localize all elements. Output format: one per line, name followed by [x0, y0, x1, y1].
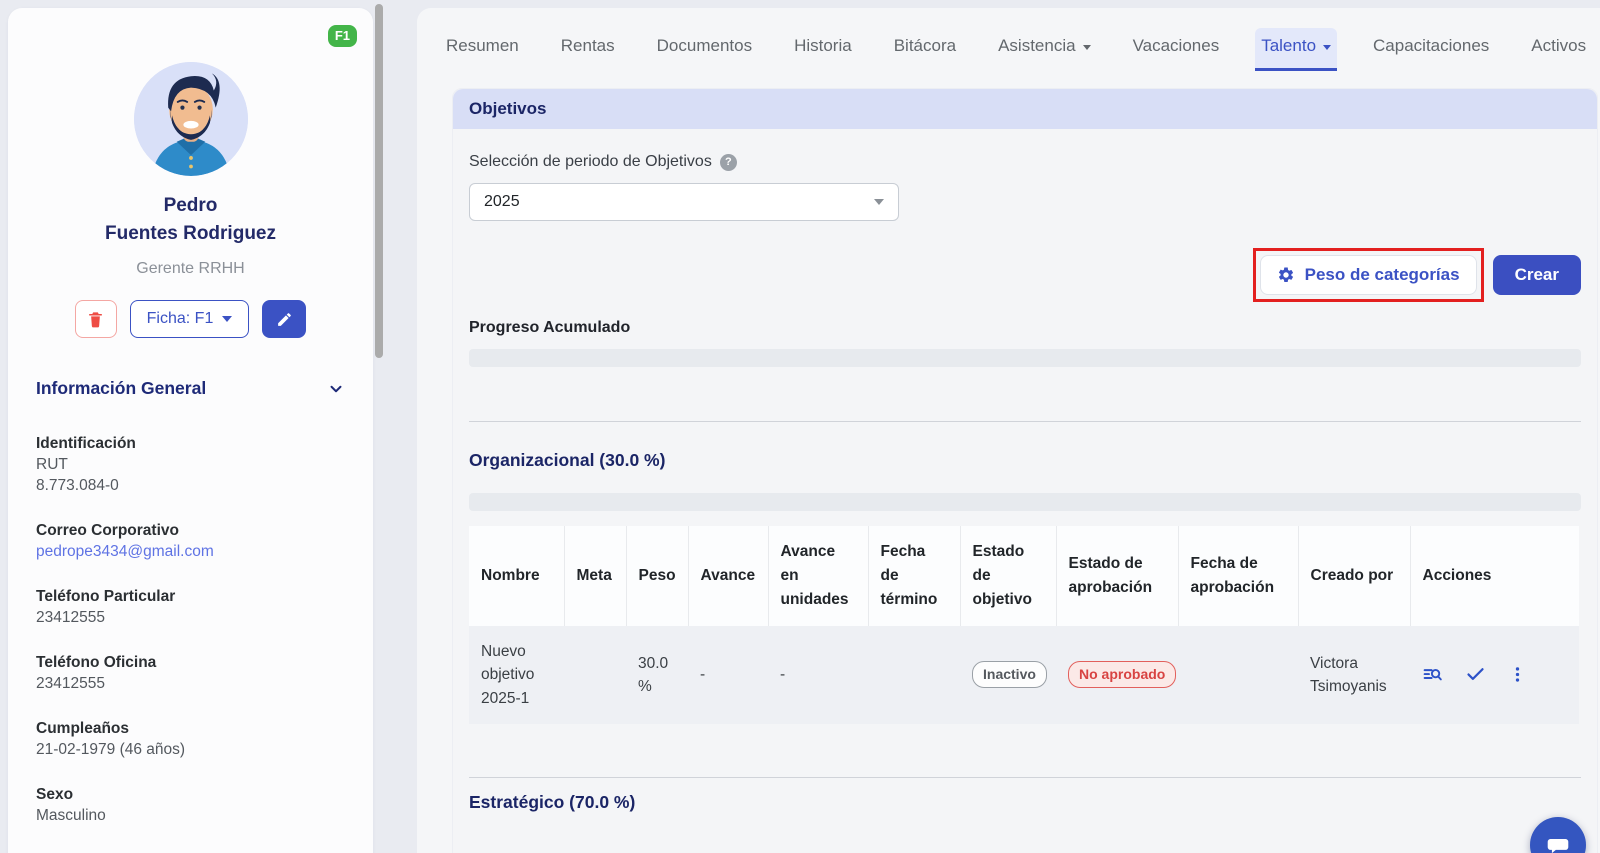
field-telefono-oficina: Teléfono Oficina 23412555 — [36, 652, 345, 694]
email-link[interactable]: pedrope3434@gmail.com — [36, 541, 345, 562]
tab-capacitaciones[interactable]: Capacitaciones — [1367, 28, 1495, 68]
col-meta: Meta — [564, 526, 626, 626]
ficha-selector-label: Ficha: F1 — [147, 310, 214, 328]
main-panel: Resumen Rentas Documentos Historia Bitác… — [417, 8, 1600, 853]
info-general-section-header[interactable]: Información General — [36, 378, 345, 399]
chevron-down-icon[interactable] — [327, 380, 345, 398]
view-details-icon[interactable] — [1422, 664, 1443, 685]
cell-estado-aprobacion: No aprobado — [1056, 626, 1178, 724]
objetivos-card-title: Objetivos — [453, 89, 1597, 129]
col-fecha-termino: Fecha de término — [868, 526, 960, 626]
col-avance: Avance — [688, 526, 768, 626]
employee-name: Pedro Fuentes Rodriguez — [8, 192, 373, 248]
cell-meta — [564, 626, 626, 724]
tab-bitacora[interactable]: Bitácora — [888, 28, 962, 68]
ficha-badge: F1 — [328, 25, 357, 47]
col-fecha-aprobacion: Fecha de aprobación — [1178, 526, 1298, 626]
tab-rentas[interactable]: Rentas — [555, 28, 621, 68]
col-peso: Peso — [626, 526, 688, 626]
col-nombre: Nombre — [469, 526, 564, 626]
tab-asistencia[interactable]: Asistencia — [992, 28, 1096, 68]
info-fields: Identificación RUT 8.773.084-0 Correo Co… — [36, 433, 345, 853]
table-row: Nuevo objetivo 2025-1 30.0 % - - Inactiv… — [469, 626, 1579, 724]
field-sexo: Sexo Masculino — [36, 784, 345, 826]
table-header-row: Nombre Meta Peso Avance Avance en unidad… — [469, 526, 1579, 626]
col-estado-aprobacion: Estado de aprobación — [1056, 526, 1178, 626]
cell-estado-objetivo: Inactivo — [960, 626, 1056, 724]
objetivos-card: Objetivos Selección de periodo de Objeti… — [452, 88, 1598, 853]
field-correo-corporativo: Correo Corporativo pedrope3434@gmail.com — [36, 520, 345, 562]
cell-acciones — [1410, 626, 1579, 724]
field-identificacion: Identificación RUT 8.773.084-0 — [36, 433, 345, 496]
kebab-menu-icon[interactable] — [1508, 664, 1527, 685]
field-telefono-particular: Teléfono Particular 23412555 — [36, 586, 345, 628]
ficha-selector-button[interactable]: Ficha: F1 — [130, 300, 250, 338]
col-avance-unidades: Avance en unidades — [768, 526, 868, 626]
section-estrategico-title: Estratégico (70.0 %) — [469, 792, 1581, 813]
avatar — [134, 62, 248, 176]
cell-avance: - — [688, 626, 768, 724]
cell-peso: 30.0 % — [626, 626, 688, 724]
chat-bubble-icon — [1545, 832, 1571, 853]
chevron-down-icon — [874, 199, 884, 205]
period-select-value: 2025 — [484, 193, 520, 211]
status-badge-inactivo: Inactivo — [972, 661, 1047, 688]
peso-categorias-button[interactable]: Peso de categorías — [1260, 255, 1477, 295]
tab-historia[interactable]: Historia — [788, 28, 858, 68]
employee-sidebar: F1 — [8, 8, 373, 853]
chevron-down-icon — [222, 316, 232, 322]
approve-check-icon[interactable] — [1465, 664, 1486, 685]
col-acciones: Acciones — [1410, 526, 1579, 626]
trash-icon — [86, 310, 105, 329]
sidebar-scrollbar[interactable] — [375, 4, 383, 358]
gear-icon — [1277, 266, 1295, 284]
cell-creado-por: Victora Tsimoyanis — [1298, 626, 1410, 724]
pencil-icon — [276, 311, 293, 328]
cell-fecha-termino — [868, 626, 960, 724]
edit-employee-button[interactable] — [262, 300, 306, 338]
chevron-down-icon — [1083, 45, 1091, 50]
crear-button[interactable]: Crear — [1493, 255, 1581, 295]
section-organizacional-title: Organizacional (30.0 %) — [469, 450, 1581, 471]
tab-vacaciones[interactable]: Vacaciones — [1127, 28, 1226, 68]
help-icon[interactable]: ? — [720, 154, 737, 171]
profile-tabs: Resumen Rentas Documentos Historia Bitác… — [417, 8, 1600, 68]
progreso-acumulado-label: Progreso Acumulado — [469, 319, 1581, 337]
status-badge-no-aprobado: No aprobado — [1068, 661, 1176, 688]
tab-documentos[interactable]: Documentos — [651, 28, 758, 68]
period-select-label: Selección de periodo de Objetivos — [469, 153, 712, 171]
cell-fecha-aprobacion — [1178, 626, 1298, 724]
delete-employee-button[interactable] — [75, 300, 117, 338]
tab-talento[interactable]: Talento — [1255, 28, 1337, 68]
objetivos-table: Nombre Meta Peso Avance Avance en unidad… — [469, 526, 1579, 724]
cell-avance-unidades: - — [768, 626, 868, 724]
field-cumpleanos: Cumpleaños 21-02-1979 (46 años) — [36, 718, 345, 760]
tab-resumen[interactable]: Resumen — [440, 28, 525, 68]
divider — [469, 777, 1581, 778]
period-select[interactable]: 2025 — [469, 183, 899, 221]
tab-activos[interactable]: Activos — [1525, 28, 1592, 68]
employee-role: Gerente RRHH — [8, 260, 373, 278]
info-general-title: Información General — [36, 378, 206, 399]
col-estado-objetivo: Estado de objetivo — [960, 526, 1056, 626]
col-creado-por: Creado por — [1298, 526, 1410, 626]
organizacional-progress-bar — [469, 493, 1581, 511]
progreso-acumulado-bar — [469, 349, 1581, 367]
cell-nombre: Nuevo objetivo 2025-1 — [469, 626, 564, 724]
chevron-down-icon — [1323, 45, 1331, 50]
divider — [469, 421, 1581, 422]
